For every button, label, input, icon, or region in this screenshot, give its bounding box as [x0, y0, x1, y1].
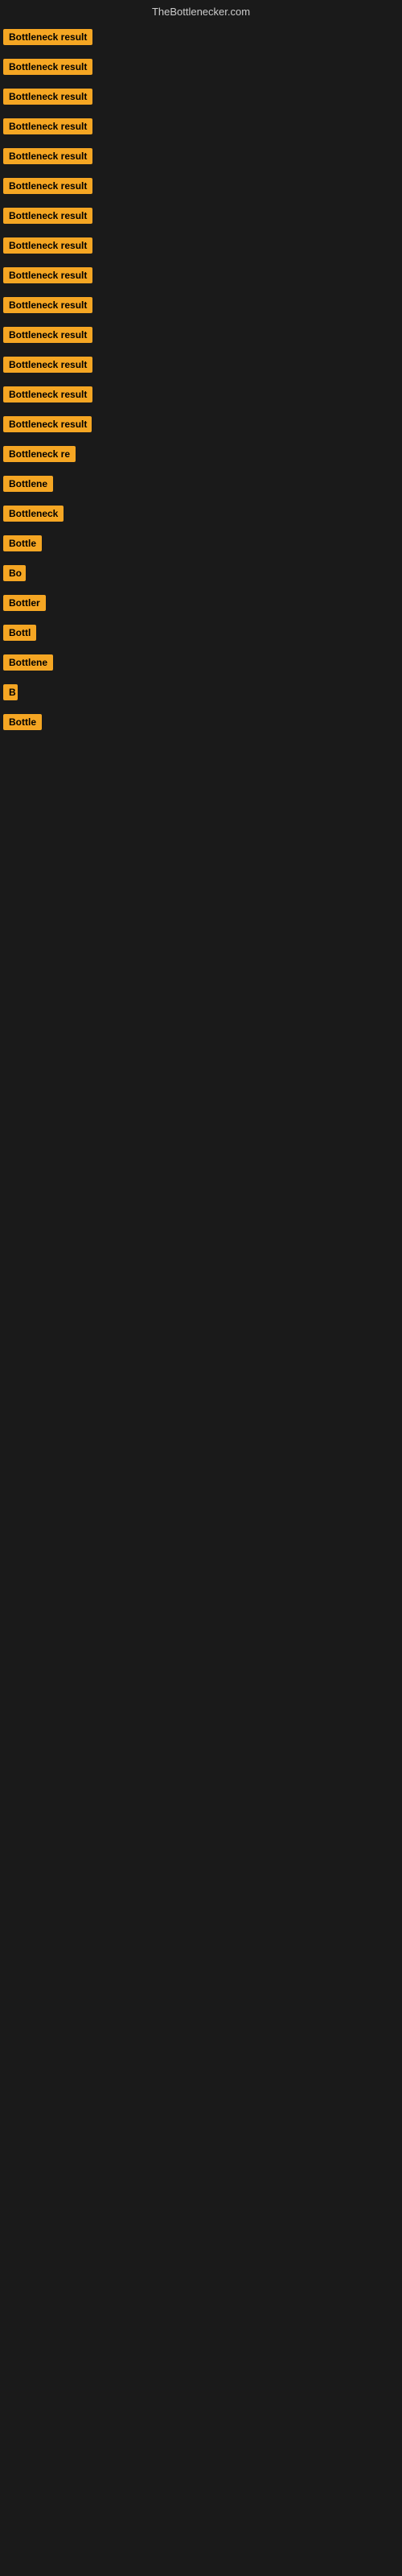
site-title: TheBottlenecker.com	[152, 6, 250, 18]
result-row-16[interactable]: Bottlene	[0, 471, 402, 501]
bottleneck-badge-22[interactable]: Bottlene	[3, 654, 53, 671]
result-row-14[interactable]: Bottleneck result	[0, 411, 402, 441]
result-row-21[interactable]: Bottl	[0, 620, 402, 650]
bottleneck-badge-4[interactable]: Bottleneck result	[3, 118, 92, 134]
result-row-9[interactable]: Bottleneck result	[0, 262, 402, 292]
result-row-7[interactable]: Bottleneck result	[0, 203, 402, 233]
bottleneck-badge-12[interactable]: Bottleneck result	[3, 357, 92, 373]
result-row-6[interactable]: Bottleneck result	[0, 173, 402, 203]
bottleneck-badge-9[interactable]: Bottleneck result	[3, 267, 92, 283]
result-row-2[interactable]: Bottleneck result	[0, 54, 402, 84]
bottleneck-badge-11[interactable]: Bottleneck result	[3, 327, 92, 343]
result-row-20[interactable]: Bottler	[0, 590, 402, 620]
result-row-1[interactable]: Bottleneck result	[0, 24, 402, 54]
bottleneck-badge-10[interactable]: Bottleneck result	[3, 297, 92, 313]
result-row-17[interactable]: Bottleneck	[0, 501, 402, 530]
bottleneck-badge-15[interactable]: Bottleneck re	[3, 446, 76, 462]
result-row-11[interactable]: Bottleneck result	[0, 322, 402, 352]
result-row-3[interactable]: Bottleneck result	[0, 84, 402, 114]
result-row-18[interactable]: Bottle	[0, 530, 402, 560]
bottleneck-badge-19[interactable]: Bo	[3, 565, 26, 581]
result-row-8[interactable]: Bottleneck result	[0, 233, 402, 262]
bottleneck-badge-13[interactable]: Bottleneck result	[3, 386, 92, 402]
bottleneck-badge-8[interactable]: Bottleneck result	[3, 237, 92, 254]
result-row-4[interactable]: Bottleneck result	[0, 114, 402, 143]
site-header: TheBottlenecker.com	[0, 0, 402, 24]
result-row-10[interactable]: Bottleneck result	[0, 292, 402, 322]
result-row-5[interactable]: Bottleneck result	[0, 143, 402, 173]
bottleneck-badge-6[interactable]: Bottleneck result	[3, 178, 92, 194]
page-container: TheBottlenecker.com Bottleneck resultBot…	[0, 0, 402, 2576]
bottleneck-badge-16[interactable]: Bottlene	[3, 476, 53, 492]
bottleneck-badge-14[interactable]: Bottleneck result	[3, 416, 92, 432]
bottleneck-badge-23[interactable]: B	[3, 684, 18, 700]
bottleneck-badge-18[interactable]: Bottle	[3, 535, 42, 551]
bottleneck-badge-21[interactable]: Bottl	[3, 625, 36, 641]
bottleneck-badge-7[interactable]: Bottleneck result	[3, 208, 92, 224]
result-row-23[interactable]: B	[0, 679, 402, 709]
bottleneck-badge-20[interactable]: Bottler	[3, 595, 46, 611]
result-row-15[interactable]: Bottleneck re	[0, 441, 402, 471]
bottleneck-badge-2[interactable]: Bottleneck result	[3, 59, 92, 75]
badges-container: Bottleneck result Bottleneck result Bottle…	[0, 24, 402, 739]
bottleneck-badge-1[interactable]: Bottleneck result	[3, 29, 92, 45]
bottleneck-badge-17[interactable]: Bottleneck	[3, 506, 64, 522]
result-row-13[interactable]: Bottleneck result	[0, 382, 402, 411]
result-row-22[interactable]: Bottlene	[0, 650, 402, 679]
bottleneck-badge-3[interactable]: Bottleneck result	[3, 89, 92, 105]
result-row-12[interactable]: Bottleneck result	[0, 352, 402, 382]
result-row-19[interactable]: Bo	[0, 560, 402, 590]
bottleneck-badge-24[interactable]: Bottle	[3, 714, 42, 730]
bottleneck-badge-5[interactable]: Bottleneck result	[3, 148, 92, 164]
result-row-24[interactable]: Bottle	[0, 709, 402, 739]
